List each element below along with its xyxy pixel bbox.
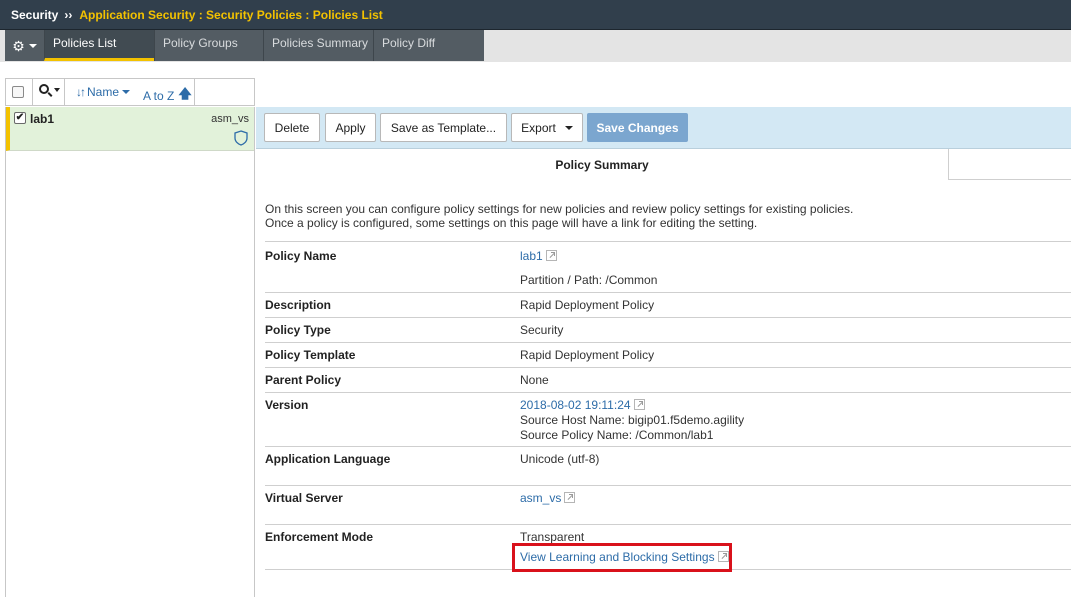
policy-name[interactable]: lab1: [30, 112, 54, 126]
source-policy-name: Source Policy Name: /Common/lab1: [520, 428, 714, 442]
application-language-label: Application Language: [265, 452, 391, 466]
version-value: 2018-08-02 19:11:24 Source Host Name: bi…: [520, 398, 744, 443]
virtual-server-label: Virtual Server: [265, 491, 343, 505]
parent-policy-value: None: [520, 373, 549, 387]
partition-path: Partition / Path: /Common: [520, 273, 658, 287]
save-as-template-button[interactable]: Save as Template...: [380, 113, 507, 142]
policy-name-value: lab1: [520, 249, 557, 264]
policy-type-value: Security: [520, 323, 564, 337]
policy-virtual-server: asm_vs: [211, 113, 249, 125]
policy-list: ✔ lab1 asm_vs: [5, 107, 255, 597]
version-link[interactable]: 2018-08-02 19:11:24: [520, 398, 631, 412]
chevron-down-icon: [54, 88, 60, 92]
enforcement-mode-label: Enforcement Mode: [265, 530, 374, 544]
gear-icon: ⚙: [12, 37, 25, 54]
policy-name-label: Policy Name: [265, 249, 337, 263]
policy-checkbox[interactable]: ✔: [14, 112, 26, 124]
policy-type-label: Policy Type: [265, 323, 331, 337]
parent-policy-row: Parent Policy None: [265, 367, 1071, 392]
virtual-server-link[interactable]: asm_vs: [520, 491, 561, 505]
tab-bar: ⚙ Policies List Policy Groups Policies S…: [0, 30, 1071, 62]
divider: [32, 79, 33, 105]
policy-type-row: Policy Type Security: [265, 317, 1071, 342]
application-language-value: Unicode (utf-8): [520, 452, 600, 466]
list-item[interactable]: ✔ lab1 asm_vs: [6, 107, 254, 151]
sort-order-toggle[interactable]: A to Z 🡅: [143, 85, 192, 107]
policy-name-row: Policy Name lab1 Partition / Path: /Comm…: [265, 241, 1071, 293]
tab-policies-summary[interactable]: Policies Summary: [263, 30, 373, 61]
chevron-down-icon: [122, 90, 131, 94]
divider: [194, 79, 195, 105]
shield-icon: [234, 130, 248, 146]
external-link-icon[interactable]: [545, 250, 557, 261]
description-value: Rapid Deployment Policy: [520, 298, 655, 312]
external-link-icon[interactable]: [564, 492, 576, 503]
policy-list-toolbar: ↓↑ Name A to Z 🡅: [5, 78, 255, 106]
save-changes-button[interactable]: Save Changes: [587, 113, 688, 142]
export-dropdown[interactable]: Export: [511, 113, 583, 142]
arrow-up-icon: 🡅: [178, 86, 192, 101]
sort-field-dropdown[interactable]: ↓↑ Name: [76, 85, 131, 99]
tab-policy-groups[interactable]: Policy Groups: [154, 30, 263, 61]
chevron-down-icon: [564, 125, 573, 130]
tab-policies-list[interactable]: Policies List: [44, 30, 154, 61]
policy-template-label: Policy Template: [265, 348, 356, 362]
apply-button[interactable]: Apply: [325, 113, 376, 142]
sort-order-label: A to Z: [143, 89, 175, 103]
intro-line: Once a policy is configured, some settin…: [265, 216, 758, 230]
policy-template-row: Policy Template Rapid Deployment Policy: [265, 342, 1071, 367]
version-row: Version 2018-08-02 19:11:24 Source Host …: [265, 392, 1071, 446]
policy-template-value: Rapid Deployment Policy: [520, 348, 655, 362]
description-row: Description Rapid Deployment Policy: [265, 292, 1071, 317]
virtual-server-value: asm_vs: [520, 491, 576, 506]
tab-policy-diff[interactable]: Policy Diff: [373, 30, 484, 61]
policy-name-link[interactable]: lab1: [520, 249, 543, 263]
breadcrumb: Security ›› Application Security : Secur…: [0, 0, 1071, 30]
breadcrumb-path: Application Security : Security Policies…: [79, 7, 383, 22]
search-button[interactable]: [39, 84, 60, 94]
application-language-row: Application Language Unicode (utf-8): [265, 446, 1071, 485]
parent-policy-label: Parent Policy: [265, 373, 342, 387]
tab-strip: [949, 149, 1071, 180]
action-toolbar: Delete Apply Save as Template... Export …: [256, 107, 1071, 149]
select-all-checkbox[interactable]: [12, 86, 24, 98]
tab-policy-summary[interactable]: Policy Summary: [256, 149, 949, 180]
external-link-icon[interactable]: [633, 399, 645, 410]
intro-text: On this screen you can configure policy …: [265, 202, 1065, 230]
source-host-name: Source Host Name: bigip01.f5demo.agility: [520, 413, 745, 427]
breadcrumb-root[interactable]: Security: [11, 8, 58, 22]
intro-line: On this screen you can configure policy …: [265, 202, 854, 216]
divider: [64, 79, 65, 105]
delete-button[interactable]: Delete: [264, 113, 320, 142]
highlight-annotation: [512, 543, 732, 572]
search-icon: [39, 84, 49, 94]
export-label: Export: [521, 120, 556, 135]
options-menu-button[interactable]: ⚙: [5, 30, 44, 61]
chevron-down-icon: [28, 43, 37, 48]
description-label: Description: [265, 298, 332, 312]
virtual-server-row: Virtual Server asm_vs: [265, 485, 1071, 524]
version-label: Version: [265, 398, 309, 412]
breadcrumb-separator: ››: [64, 7, 73, 22]
sort-icon: ↓↑: [76, 85, 86, 99]
sort-field-label: Name: [87, 85, 120, 99]
